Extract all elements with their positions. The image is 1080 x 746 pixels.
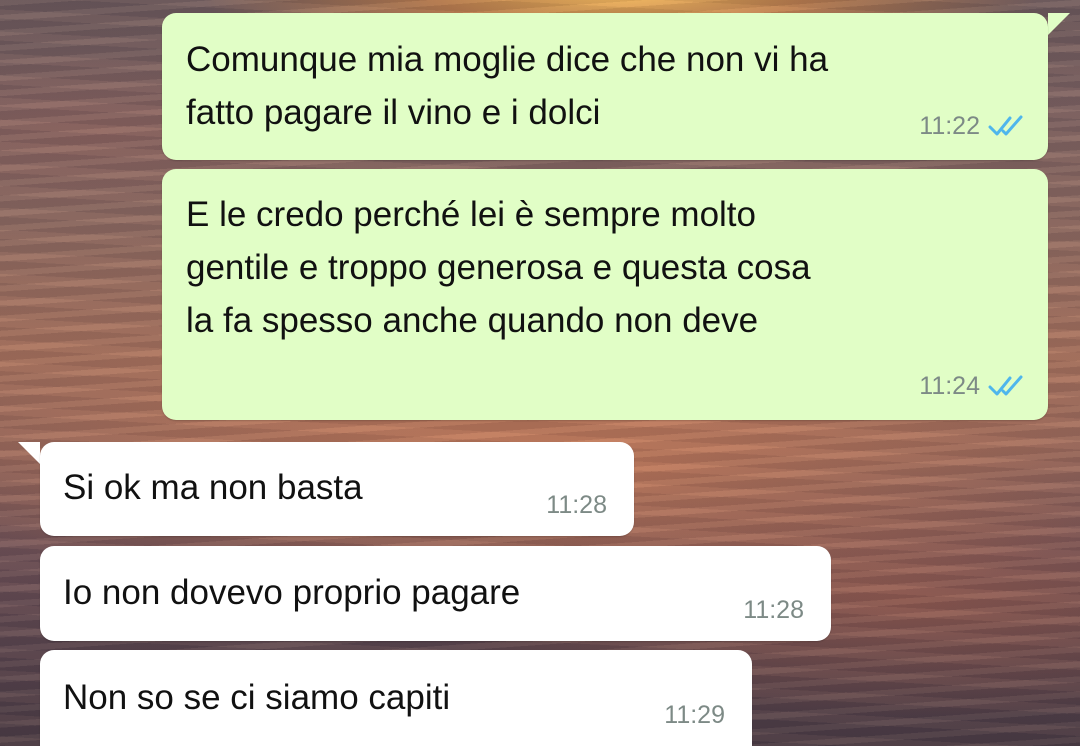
outgoing-message-bubble[interactable]: E le credo perché lei è sempre molto gen… [162, 169, 1048, 420]
message-text: Si ok ma non basta [63, 468, 363, 507]
incoming-message-bubble[interactable]: Non so se ci siamo capiti 11:29 [40, 650, 752, 746]
incoming-message-bubble[interactable]: Si ok ma non basta 11:28 [40, 442, 634, 536]
outgoing-message-bubble[interactable]: Comunque mia moglie dice che non vi ha f… [162, 13, 1048, 160]
message-meta: 11:29 [664, 700, 725, 730]
message-meta: 11:22 [919, 111, 1024, 141]
message-text: Non so se ci siamo capiti [63, 678, 451, 717]
double-check-read-icon [988, 375, 1023, 396]
message-text: E le credo perché lei è sempre molto gen… [186, 195, 811, 340]
bubble-tail [1048, 13, 1070, 35]
incoming-message-bubble[interactable]: Io non dovevo proprio pagare 11:28 [40, 546, 831, 641]
double-check-read-icon [988, 115, 1023, 136]
message-time: 11:24 [919, 372, 980, 400]
message-time: 11:28 [546, 491, 607, 519]
bubble-tail [18, 442, 40, 464]
message-time: 11:28 [743, 596, 804, 624]
message-meta: 11:28 [546, 490, 607, 520]
message-meta: 11:28 [743, 595, 804, 625]
message-time: 11:29 [664, 701, 725, 729]
message-text: Comunque mia moglie dice che non vi ha f… [186, 40, 829, 132]
message-text: Io non dovevo proprio pagare [63, 573, 521, 612]
message-time: 11:22 [919, 112, 980, 140]
message-meta: 11:24 [919, 371, 1024, 401]
